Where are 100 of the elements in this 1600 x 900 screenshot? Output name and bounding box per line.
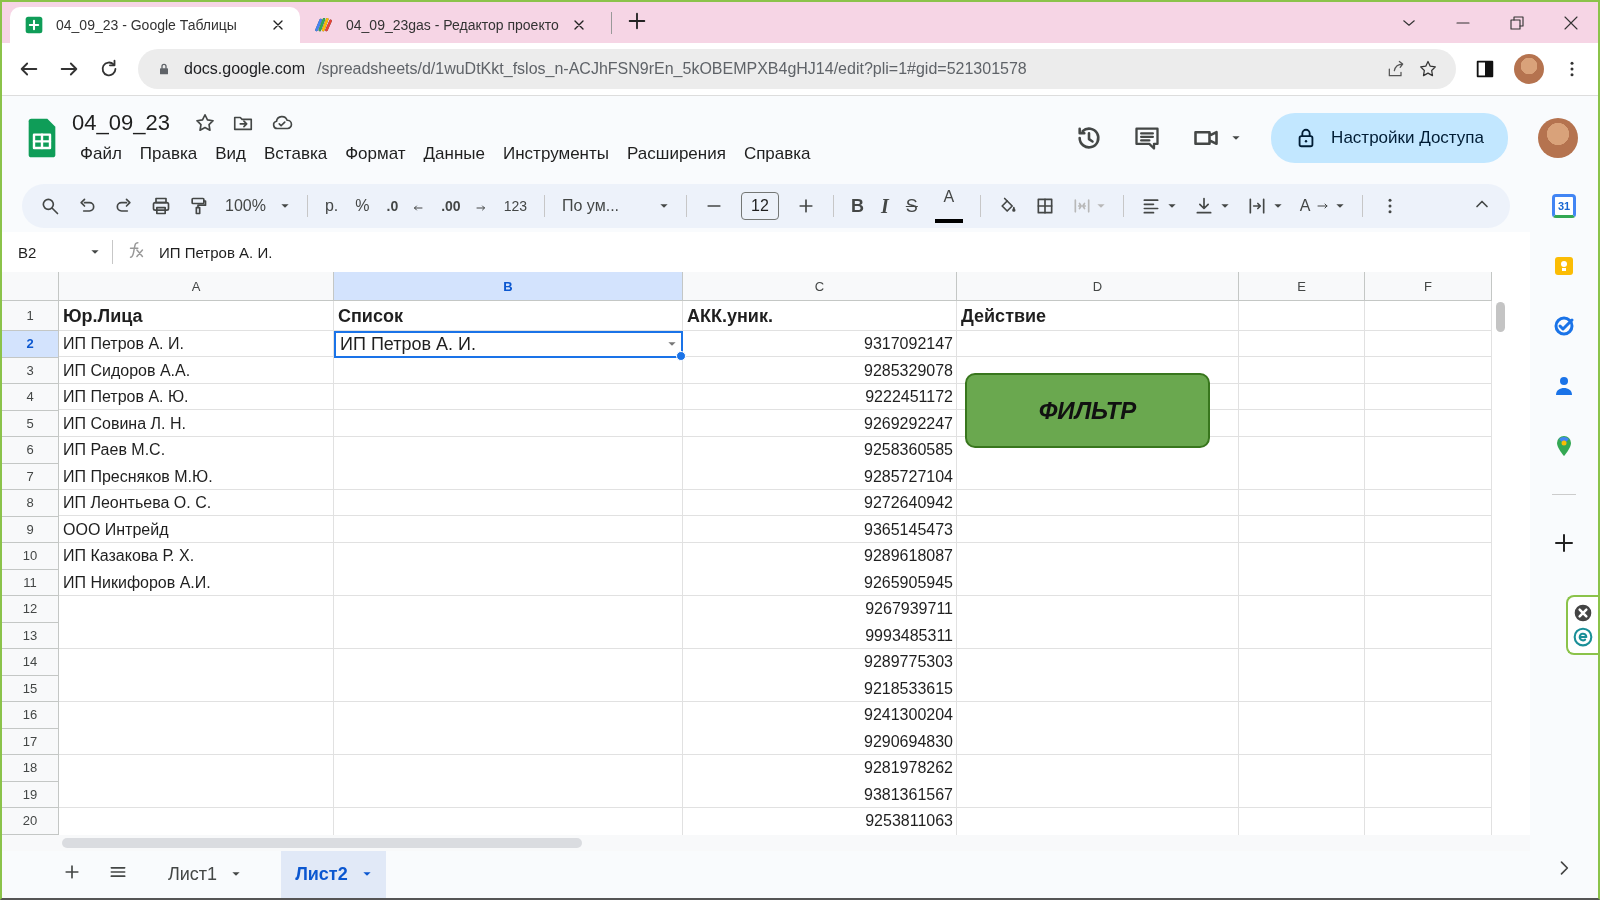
address-field[interactable]: docs.google.com /spreadsheets/d/1wuDtKkt_fslos_n-ACJhFSN9rEn_5kOBEMPXB4gHJ14/edit?pli=1#gid=521301578: [138, 49, 1456, 89]
column-header[interactable]: D: [957, 272, 1239, 301]
menu-item[interactable]: Вставка: [256, 142, 336, 166]
table-cell-text: ИП Раев М.С.: [62, 440, 167, 461]
check-circle-icon[interactable]: [1552, 314, 1576, 338]
column-header[interactable]: C: [683, 272, 957, 301]
table-cell-text: ИП Никифоров А.И.: [62, 572, 212, 593]
column-header[interactable]: F: [1365, 272, 1492, 301]
row-header[interactable]: 19: [2, 781, 59, 808]
strikethrough-button[interactable]: S: [905, 195, 918, 217]
side-panel-icon[interactable]: [1474, 58, 1496, 80]
table-cell-text: 9281978262: [863, 758, 954, 779]
table-cell-text: ИП Петров А. И.: [62, 334, 185, 355]
caret-icon: [1231, 135, 1242, 141]
number-format-button[interactable]: 123: [503, 198, 527, 214]
arrow-right-icon: [474, 202, 487, 214]
row-header[interactable]: 15: [2, 675, 59, 702]
row-header[interactable]: 13: [2, 622, 59, 649]
sheets-logo-icon[interactable]: [26, 116, 58, 160]
text-rotation-button[interactable]: A: [1299, 197, 1345, 215]
caret-icon: [90, 249, 100, 255]
row-header[interactable]: 4: [2, 384, 59, 411]
avatar[interactable]: [1538, 118, 1578, 158]
menu-item[interactable]: Расширения: [619, 142, 734, 166]
extension-icon[interactable]: [1573, 627, 1593, 647]
row-header[interactable]: 18: [2, 755, 59, 782]
column-header[interactable]: A: [59, 272, 334, 301]
star-icon[interactable]: [193, 112, 216, 134]
table-cell-text: 9218533615: [863, 678, 954, 699]
row-header[interactable]: 5: [2, 410, 59, 437]
italic-button[interactable]: I: [881, 194, 889, 218]
table-cell-text: ИП Сидоров А.А.: [62, 360, 192, 381]
percent-format-button[interactable]: %: [355, 197, 370, 215]
row-header[interactable]: 3: [2, 357, 59, 384]
share-button[interactable]: Настройки Доступа: [1271, 113, 1508, 163]
table-cell-text: 9365145473: [863, 519, 954, 540]
menu-item[interactable]: Вид: [207, 142, 254, 166]
paint-format-icon[interactable]: [188, 196, 208, 216]
cell-reference[interactable]: B2: [18, 243, 37, 261]
row-header[interactable]: 7: [2, 463, 59, 490]
row-header[interactable]: 20: [2, 808, 59, 835]
column-header[interactable]: E: [1239, 272, 1365, 301]
bold-button[interactable]: B: [851, 195, 864, 217]
increase-decimal-button[interactable]: .00: [441, 198, 487, 214]
scrollbar[interactable]: [62, 837, 582, 848]
row-header[interactable]: 6: [2, 437, 59, 464]
caret-icon: [1219, 203, 1230, 209]
print-icon[interactable]: [151, 196, 171, 216]
row-header[interactable]: 9: [2, 516, 59, 543]
row-header[interactable]: 10: [2, 543, 59, 570]
browser-tab[interactable]: 04_09_23 - Google Таблицы: [10, 7, 300, 43]
column-header[interactable]: B: [334, 272, 683, 301]
menu-item[interactable]: Справка: [735, 142, 819, 166]
currency-format-button[interactable]: р.: [324, 197, 339, 215]
browser-tab[interactable]: 04_09_23gas - Редактор проекто: [300, 7, 601, 43]
caret-icon: [1166, 203, 1177, 209]
row-header[interactable]: 8: [2, 490, 59, 517]
avatar[interactable]: [1514, 54, 1544, 84]
zoom-dropdown[interactable]: 100%: [225, 197, 290, 215]
add-icon[interactable]: [1552, 531, 1576, 555]
table-cell-text: 9267939711: [864, 599, 954, 620]
sheet-tab[interactable]: Лист1: [154, 850, 256, 898]
row-header[interactable]: 16: [2, 702, 59, 729]
document-title[interactable]: 04_09_23: [72, 110, 170, 136]
table-cell-text: ИП Совина Л. Н.: [62, 413, 187, 434]
filter-drawing[interactable]: ФИЛЬТР: [965, 373, 1210, 448]
menu-item[interactable]: Инструменты: [495, 142, 617, 166]
menu-item[interactable]: Файл: [72, 142, 130, 166]
text-color-button[interactable]: A: [934, 189, 963, 223]
column-title: Юр.Лица: [62, 304, 144, 328]
caret-icon: [659, 203, 669, 209]
scrollbar[interactable]: [1496, 302, 1505, 332]
restore-icon[interactable]: [1508, 13, 1526, 32]
decrease-decimal-button[interactable]: .0: [386, 198, 425, 214]
star-icon[interactable]: [1418, 59, 1438, 79]
row-header[interactable]: 11: [2, 569, 59, 596]
menu-item[interactable]: Правка: [131, 142, 206, 166]
formula-field[interactable]: ИП Петров А. И.: [159, 243, 273, 261]
row-header[interactable]: 17: [2, 728, 59, 755]
column-title: АКК.уник.: [686, 304, 774, 328]
close-circle-icon[interactable]: [1573, 603, 1593, 623]
row-header[interactable]: 14: [2, 649, 59, 676]
active-cell[interactable]: ИП Петров А. И.: [334, 331, 683, 358]
row-header[interactable]: 1: [2, 301, 59, 331]
share-icon[interactable]: [1386, 59, 1406, 79]
table-cell-text: ИП Леонтьева О. С.: [62, 493, 213, 514]
font-size-field[interactable]: 12: [741, 192, 779, 220]
sheet-tab[interactable]: Лист2: [281, 850, 386, 898]
row-header[interactable]: 12: [2, 596, 59, 623]
search-icon[interactable]: [40, 196, 60, 216]
table-cell-text: 9253811063: [864, 811, 954, 832]
row-header[interactable]: 2: [2, 331, 59, 358]
menu-item[interactable]: Данные: [415, 142, 493, 166]
font-dropdown[interactable]: По ум...: [562, 197, 669, 215]
caret-icon: [231, 871, 242, 878]
menu-item[interactable]: Формат: [337, 142, 414, 166]
calendar-icon[interactable]: 31: [1552, 194, 1576, 218]
table-cell-text: 9258360585: [863, 440, 954, 461]
table-cell-text: 9381361567: [863, 784, 954, 805]
fill-handle[interactable]: [676, 350, 686, 361]
